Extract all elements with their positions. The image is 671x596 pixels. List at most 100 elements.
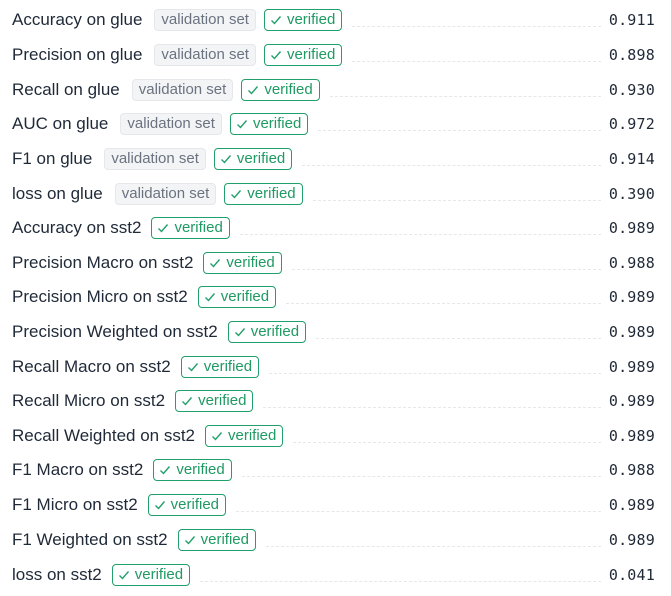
metric-value: 0.989: [608, 392, 655, 410]
verified-badge[interactable]: verified: [153, 459, 232, 481]
leader-line: [352, 25, 601, 27]
leader-line: [286, 302, 601, 304]
metric-label: Recall Micro on sst2: [12, 391, 166, 410]
metric-value: 0.930: [608, 81, 655, 99]
verified-label: verified: [220, 288, 270, 305]
split-badge: validation set: [120, 113, 222, 135]
leader-line: [302, 164, 601, 166]
verified-badge[interactable]: verified: [241, 79, 320, 101]
metric-label: Precision Macro on sst2: [12, 253, 194, 272]
verified-badge[interactable]: verified: [147, 494, 227, 516]
check-icon: [154, 501, 165, 510]
verified-badge[interactable]: verified: [227, 321, 307, 343]
split-badge: validation set: [154, 44, 256, 66]
metric-label: F1 on glue: [12, 149, 93, 168]
metric-value: 0.988: [608, 461, 655, 479]
leader-line: [329, 95, 601, 97]
metric-row: Precision Micro on sst2 verified 0.989: [0, 280, 671, 314]
metric-label: F1 Macro on sst2: [12, 460, 144, 479]
metric-label: Precision Micro on sst2: [12, 287, 188, 306]
metric-row: Recall on glue validation set verified 0…: [0, 73, 671, 107]
metric-row: F1 Weighted on sst2 verified 0.989: [0, 523, 671, 557]
metric-row: AUC on glue validation set verified 0.97…: [0, 107, 671, 141]
verified-badge[interactable]: verified: [151, 217, 230, 239]
check-icon: [210, 259, 221, 268]
verified-badge[interactable]: verified: [203, 252, 282, 274]
check-icon: [270, 16, 282, 25]
verified-label: verified: [198, 392, 247, 409]
verified-label: verified: [286, 46, 336, 63]
check-icon: [182, 397, 193, 406]
check-icon: [204, 293, 215, 302]
verified-badge[interactable]: verified: [197, 286, 277, 308]
verified-badge[interactable]: verified: [213, 148, 293, 170]
leader-line: [269, 372, 601, 374]
split-badge: validation set: [104, 148, 206, 170]
verified-label: verified: [286, 11, 336, 28]
metric-row: Precision Macro on sst2 verified 0.988: [0, 246, 671, 280]
leader-line: [352, 60, 601, 62]
metric-label: Accuracy on sst2: [12, 218, 142, 237]
verified-badge[interactable]: verified: [224, 183, 303, 205]
leader-line: [293, 441, 601, 443]
verified-label: verified: [226, 254, 275, 271]
metric-value: 0.989: [608, 323, 655, 341]
leader-line: [236, 510, 601, 512]
metric-label: Accuracy on glue: [12, 10, 143, 29]
verified-badge[interactable]: verified: [175, 390, 254, 412]
verified-badge[interactable]: verified: [263, 9, 343, 31]
metric-label: F1 Weighted on sst2: [12, 530, 168, 549]
verified-label: verified: [228, 427, 277, 444]
metric-value: 0.898: [608, 46, 655, 64]
metric-label: Recall on glue: [12, 80, 120, 99]
verified-badge[interactable]: verified: [111, 564, 191, 586]
metric-value: 0.041: [608, 566, 655, 584]
verified-badge[interactable]: verified: [229, 113, 309, 135]
verified-label: verified: [134, 566, 184, 583]
metrics-list: Accuracy on glue validation set verified…: [0, 0, 671, 596]
verified-label: verified: [247, 185, 296, 202]
verified-badge[interactable]: verified: [180, 356, 260, 378]
metric-value: 0.989: [608, 288, 655, 306]
verified-badge[interactable]: verified: [263, 44, 343, 66]
metric-row: Accuracy on glue validation set verified…: [0, 3, 671, 37]
verified-badge[interactable]: verified: [205, 425, 284, 447]
leader-line: [239, 233, 601, 235]
check-icon: [270, 51, 282, 60]
metric-value: 0.989: [608, 427, 655, 445]
metric-value: 0.911: [608, 11, 655, 29]
metric-row: Recall Macro on sst2 verified 0.989: [0, 350, 671, 384]
metric-value: 0.972: [608, 115, 655, 133]
check-icon: [236, 120, 247, 129]
metric-value: 0.988: [608, 254, 655, 272]
metric-value: 0.390: [608, 185, 655, 203]
leader-line: [200, 580, 601, 582]
verified-badge[interactable]: verified: [177, 529, 256, 551]
check-icon: [212, 432, 223, 441]
verified-label: verified: [174, 219, 223, 236]
metric-row: F1 on glue validation set verified 0.914: [0, 142, 671, 176]
verified-label: verified: [236, 150, 286, 167]
metric-value: 0.989: [608, 496, 655, 514]
metric-row: Precision on glue validation set verifie…: [0, 38, 671, 72]
metric-label: Recall Macro on sst2: [12, 357, 171, 376]
metric-label: loss on glue: [12, 184, 103, 203]
split-badge: validation set: [131, 79, 234, 101]
leader-line: [241, 475, 601, 477]
leader-line: [263, 406, 601, 408]
metric-value: 0.914: [608, 150, 655, 168]
check-icon: [118, 571, 129, 580]
verified-label: verified: [250, 323, 300, 340]
verified-label: verified: [252, 115, 302, 132]
metric-value: 0.989: [608, 358, 655, 376]
verified-label: verified: [176, 461, 225, 478]
verified-label: verified: [203, 358, 253, 375]
check-icon: [158, 224, 169, 233]
metric-label: Precision on glue: [12, 45, 143, 64]
metric-row: F1 Macro on sst2 verified 0.988: [0, 453, 671, 487]
metric-label: AUC on glue: [12, 114, 109, 133]
check-icon: [160, 466, 171, 475]
split-badge: validation set: [114, 183, 217, 205]
check-icon: [220, 155, 231, 164]
metric-row: loss on sst2 verified 0.041: [0, 558, 671, 592]
